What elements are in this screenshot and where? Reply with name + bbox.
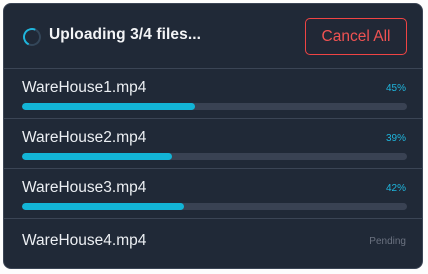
loading-spinner-icon (20, 25, 44, 49)
file-name: WareHouse2.mp4 (22, 129, 147, 146)
pending-status: Pending (369, 236, 406, 247)
file-name: WareHouse4.mp4 (22, 232, 147, 249)
file-name: WareHouse3.mp4 (22, 179, 147, 196)
file-row: WareHouse3.mp4 42% (4, 169, 422, 219)
cancel-all-button[interactable]: Cancel All (305, 18, 407, 55)
progress-fill (22, 153, 173, 160)
progress-track (22, 153, 407, 160)
file-row: WareHouse4.mp4 Pending (4, 219, 422, 268)
progress-percent: 45% (385, 83, 406, 94)
progress-percent: 42% (385, 183, 406, 194)
progress-track (22, 203, 407, 210)
file-row: WareHouse2.mp4 39% (4, 119, 422, 169)
upload-title: Uploading 3/4 files... (49, 26, 202, 43)
upload-header: Uploading 3/4 files... Cancel All (4, 4, 422, 69)
progress-percent: 39% (385, 133, 406, 144)
progress-fill (22, 203, 184, 210)
upload-panel: Uploading 3/4 files... Cancel All WareHo… (3, 3, 423, 269)
file-name: WareHouse1.mp4 (22, 79, 147, 96)
file-row: WareHouse1.mp4 45% (4, 69, 422, 119)
progress-track (22, 103, 407, 110)
progress-fill (22, 103, 196, 110)
